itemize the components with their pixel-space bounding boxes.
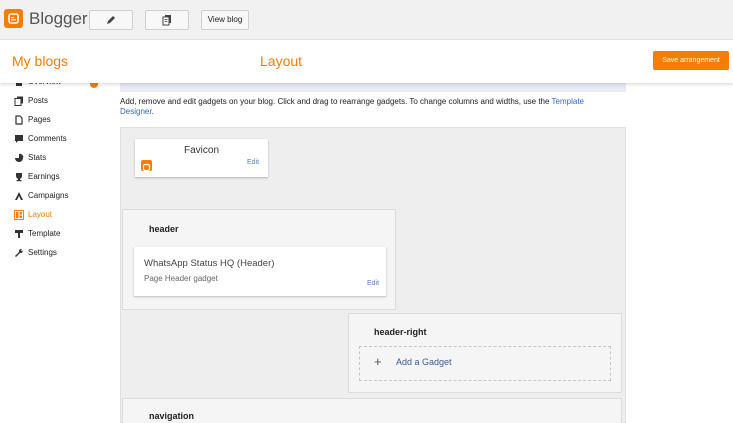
header-gadget[interactable]: WhatsApp Status HQ (Header) Page Header … [134,247,386,296]
add-gadget-button[interactable]: + Add a Gadget [359,346,611,381]
top-bar: Blogger View blog [0,0,733,40]
gadget-title: WhatsApp Status HQ (Header) [144,258,275,269]
favicon-gadget[interactable]: Favicon Edit [135,139,268,177]
section-title: header-right [374,327,427,337]
sidebar-item-label: Template [28,229,61,238]
pencil-icon [107,16,115,24]
gadget-title: Favicon [183,145,219,156]
plus-icon: + [374,354,382,369]
stats-icon [15,153,24,162]
sidebar-item-label: Stats [28,153,47,162]
edit-favicon-link[interactable]: Edit [247,159,259,166]
blogger-favicon-icon [141,160,152,172]
section-title: header [149,224,179,234]
sidebar: Overview Posts Pages Comments Stats Earn… [0,73,112,273]
sidebar-item-label: Comments [28,134,67,143]
posts-icon [14,96,23,106]
my-blogs-link[interactable]: My blogs [12,53,68,69]
section-title: navigation [149,411,195,421]
sidebar-item-label: Posts [28,96,49,105]
campaigns-icon [15,192,23,200]
template-icon [15,230,23,238]
page-header: My blogs Layout Save arrangement [0,40,733,83]
sidebar-item-label: Campaigns [28,191,69,200]
edit-header-link[interactable]: Edit [367,280,379,287]
brand-name[interactable]: Blogger [29,9,88,29]
documents-icon [162,15,171,26]
posts-list-button[interactable] [145,10,189,30]
info-strip [120,83,626,92]
sidebar-item-label: Pages [28,115,51,124]
sidebar-item-label: Settings [28,248,57,257]
layout-instructions: Add, remove and edit gadgets on your blo… [120,97,585,116]
navigation-section: navigation [122,398,622,423]
view-blog-button[interactable]: View blog [201,10,249,30]
add-gadget-label: Add a Gadget [396,357,452,367]
pages-icon [15,115,23,125]
layout-icon [14,210,24,220]
sidebar-item-label: Layout [28,210,53,219]
wrench-icon [15,248,24,257]
blogger-logo-icon[interactable] [4,9,23,28]
new-post-button[interactable] [89,10,133,30]
gadget-type: Page Header gadget [144,274,218,283]
trophy-icon [16,173,22,182]
sidebar-item-label: Earnings [28,172,60,181]
comments-icon [15,135,23,143]
page-title: Layout [260,53,303,69]
save-arrangement-button[interactable]: Save arrangement [653,51,729,70]
